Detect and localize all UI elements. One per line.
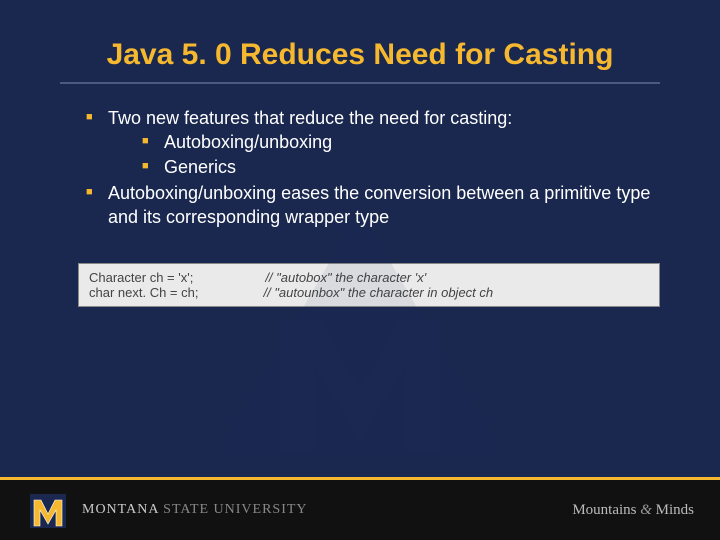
tagline-amp: & <box>640 502 652 518</box>
university-light: STATE UNIVERSITY <box>163 502 307 517</box>
code-line: Character ch = 'x'; // "autobox" the char… <box>89 270 649 285</box>
footer: MONTANA STATE UNIVERSITY Mountains & Min… <box>0 480 720 540</box>
bullet-item: Autoboxing/unboxing eases the conversion… <box>86 181 660 230</box>
sub-bullet-item: Generics <box>142 155 660 179</box>
code-example: Character ch = 'x'; // "autobox" the char… <box>78 263 660 307</box>
code-comment: // "autounbox" the character in object c… <box>263 285 493 300</box>
footer-logo: MONTANA STATE UNIVERSITY <box>26 488 308 532</box>
slide-title: Java 5. 0 Reduces Need for Casting <box>60 38 660 82</box>
slide-content: Java 5. 0 Reduces Need for Casting Two n… <box>0 0 720 229</box>
sub-bullet-list: Autoboxing/unboxing Generics <box>108 130 660 179</box>
bullet-text: Two new features that reduce the need fo… <box>108 108 512 128</box>
code-line: char next. Ch = ch; // "autounbox" the ch… <box>89 285 649 300</box>
university-name: MONTANA STATE UNIVERSITY <box>82 502 308 518</box>
footer-tagline: Mountains & Minds <box>572 502 694 519</box>
bullet-list: Two new features that reduce the need fo… <box>60 106 660 229</box>
title-rule <box>60 82 660 84</box>
code-code: char next. Ch = ch; <box>89 285 198 300</box>
tagline-left: Mountains <box>572 502 636 518</box>
tagline-right: Minds <box>656 502 694 518</box>
university-bold: MONTANA <box>82 502 159 517</box>
bullet-text: Autoboxing/unboxing eases the conversion… <box>108 183 650 227</box>
logo-m-icon <box>26 488 70 532</box>
sub-bullet-item: Autoboxing/unboxing <box>142 130 660 154</box>
code-code: Character ch = 'x'; <box>89 270 193 285</box>
code-comment: // "autobox" the character 'x' <box>265 270 426 285</box>
watermark-logo <box>210 200 510 460</box>
bullet-item: Two new features that reduce the need fo… <box>86 106 660 179</box>
